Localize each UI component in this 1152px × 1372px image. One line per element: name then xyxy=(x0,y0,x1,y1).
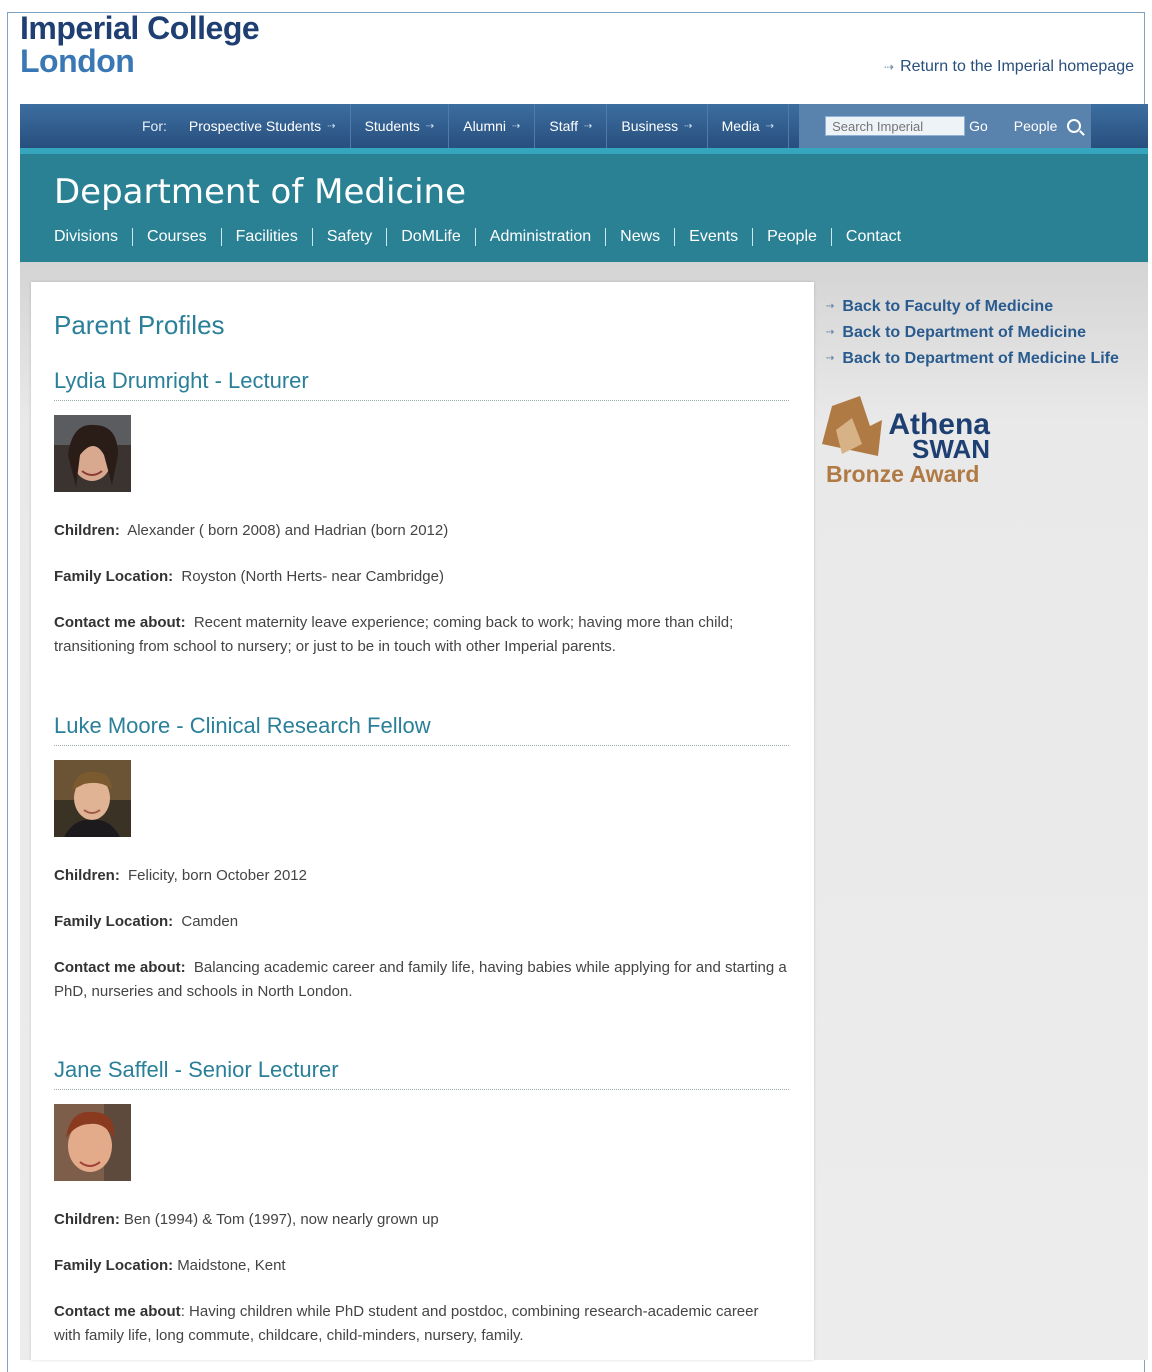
sidebar-link-label: Back to Faculty of Medicine xyxy=(842,298,1054,315)
topnav-business[interactable]: Business ⇢ xyxy=(607,104,708,148)
topnav-students[interactable]: Students ⇢ xyxy=(351,104,450,148)
dept-nav-news[interactable]: News xyxy=(605,228,674,246)
dept-nav-administration[interactable]: Administration xyxy=(474,228,605,246)
arrow-right-icon: ⇢ xyxy=(327,120,336,132)
topnav-prospective-students[interactable]: Prospective Students ⇢ xyxy=(175,104,351,148)
arrow-right-icon: ⇢ xyxy=(826,353,835,364)
profile-card: Jane Saffell - Senior Lecturer Children:… xyxy=(54,1057,789,1348)
for-label: For: xyxy=(142,118,167,134)
arrow-right-icon: ⇢ xyxy=(765,120,775,132)
award-line3: Bronze Award xyxy=(826,461,979,487)
profile-name: Jane Saffell - Senior Lecturer xyxy=(54,1057,789,1090)
contact-field: Contact me about: Having children while … xyxy=(54,1300,789,1348)
search-input[interactable] xyxy=(825,116,966,136)
children-field: Children: Ben (1994) & Tom (1997), now ne… xyxy=(54,1208,789,1232)
dept-nav-divisions[interactable]: Divisions xyxy=(54,228,132,246)
field-value: Alexander ( born 2008) and Hadrian (born… xyxy=(127,522,449,539)
field-value: Maidstone, Kent xyxy=(177,1257,286,1274)
back-to-department-link[interactable]: ⇢ Back to Department of Medicine xyxy=(826,320,1119,346)
page-title: Parent Profiles xyxy=(54,310,225,340)
profile-photo xyxy=(54,415,131,492)
dept-nav-events[interactable]: Events xyxy=(674,228,752,246)
children-field: Children: Felicity, born October 2012 xyxy=(54,864,789,888)
topnav-media[interactable]: Media ⇢ xyxy=(708,104,790,148)
department-nav: Divisions Courses Facilities Safety DoML… xyxy=(54,228,915,246)
award-line2: SWAN xyxy=(912,434,990,464)
main-content: Parent Profiles Lydia Drumright - Lectur… xyxy=(31,282,814,1360)
sidebar-link-label: Back to Department of Medicine Life xyxy=(842,350,1119,367)
department-title: Department of Medicine xyxy=(54,172,467,212)
return-link-label: Return to the Imperial homepage xyxy=(900,58,1134,75)
people-search-button[interactable]: People xyxy=(1014,118,1082,134)
profile-photo xyxy=(54,1104,131,1181)
location-field: Family Location: Royston (North Herts- n… xyxy=(54,565,789,589)
dept-nav-domlife[interactable]: DoMLife xyxy=(386,228,475,246)
field-label: Contact me about: xyxy=(54,959,186,976)
back-to-faculty-link[interactable]: ⇢ Back to Faculty of Medicine xyxy=(826,294,1119,320)
dept-nav-contact[interactable]: Contact xyxy=(830,228,915,246)
profile-card: Luke Moore - Clinical Research Fellow Ch… xyxy=(54,713,789,1004)
dept-nav-facilities[interactable]: Facilities xyxy=(220,228,312,246)
topnav-alumni[interactable]: Alumni ⇢ xyxy=(449,104,536,148)
field-label: Family Location: xyxy=(54,568,174,585)
arrow-right-icon: ⇢ xyxy=(826,327,835,338)
dept-nav-courses[interactable]: Courses xyxy=(132,228,221,246)
topnav-staff[interactable]: Staff ⇢ xyxy=(535,104,608,148)
profile-photo xyxy=(54,760,131,837)
field-value: Felicity, born October 2012 xyxy=(128,867,307,884)
arrow-right-icon: ⇢ xyxy=(512,120,521,132)
arrow-right-icon: ⇢ xyxy=(826,301,835,312)
topnav-label: Media xyxy=(721,118,760,134)
sidebar: ⇢ Back to Faculty of Medicine ⇢ Back to De… xyxy=(826,294,1119,372)
go-button[interactable]: Go xyxy=(969,118,988,134)
location-field: Family Location: Camden xyxy=(54,910,789,934)
field-value: Camden xyxy=(181,913,239,930)
search-area: Go People xyxy=(799,104,1092,148)
department-banner: Department of Medicine Divisions Courses… xyxy=(20,148,1148,262)
location-field: Family Location: Maidstone, Kent xyxy=(54,1254,789,1278)
logo-line2: London xyxy=(20,43,135,79)
contact-field: Contact me about: Recent maternity leave… xyxy=(54,611,789,659)
search-icon xyxy=(1067,119,1082,133)
athena-swan-award-logo[interactable]: Athena SWAN Bronze Award xyxy=(822,396,997,488)
field-label: Contact me about: xyxy=(54,614,186,631)
topnav-label: Staff xyxy=(549,118,578,134)
topnav-label: Alumni xyxy=(463,118,507,134)
profile-card: Lydia Drumright - Lecturer Children: Ale… xyxy=(54,368,789,659)
profile-name: Lydia Drumright - Lecturer xyxy=(54,368,789,401)
sidebar-link-label: Back to Department of Medicine xyxy=(842,324,1086,341)
people-label: People xyxy=(1013,118,1058,134)
arrow-right-icon: ⇢ xyxy=(425,120,435,132)
field-value: Royston (North Herts- near Cambridge) xyxy=(181,568,444,585)
topnav-label: Prospective Students xyxy=(188,118,322,134)
field-label: Children: xyxy=(54,1211,120,1228)
arrow-right-icon: ⇢ xyxy=(684,120,693,132)
dept-nav-people[interactable]: People xyxy=(752,228,831,246)
field-label: Children: xyxy=(54,867,120,884)
topnav-label: Business xyxy=(621,118,679,134)
field-label: Family Location: xyxy=(54,1257,174,1274)
profile-name: Luke Moore - Clinical Research Fellow xyxy=(54,713,789,746)
field-label: Family Location: xyxy=(54,913,174,930)
children-field: Children: Alexander ( born 2008) and Had… xyxy=(54,519,789,543)
return-homepage-link[interactable]: ⇢ Return to the Imperial homepage xyxy=(884,58,1134,76)
arrow-right-icon: ⇢ xyxy=(884,60,895,74)
back-to-department-life-link[interactable]: ⇢ Back to Department of Medicine Life xyxy=(826,346,1119,372)
topnav-label: Students xyxy=(364,118,420,134)
field-label: Contact me about xyxy=(54,1303,181,1320)
field-label: Children: xyxy=(54,522,120,539)
contact-field: Contact me about: Balancing academic car… xyxy=(54,956,789,1004)
dept-nav-safety[interactable]: Safety xyxy=(311,228,386,246)
top-navigation: For: Prospective Students ⇢ Students ⇢ Alu… xyxy=(20,104,1148,148)
field-value: Ben (1994) & Tom (1997), now nearly grow… xyxy=(123,1211,439,1228)
logo-line1: Imperial College xyxy=(20,10,260,46)
arrow-right-icon: ⇢ xyxy=(583,120,593,132)
imperial-logo[interactable]: Imperial College London xyxy=(20,10,260,79)
